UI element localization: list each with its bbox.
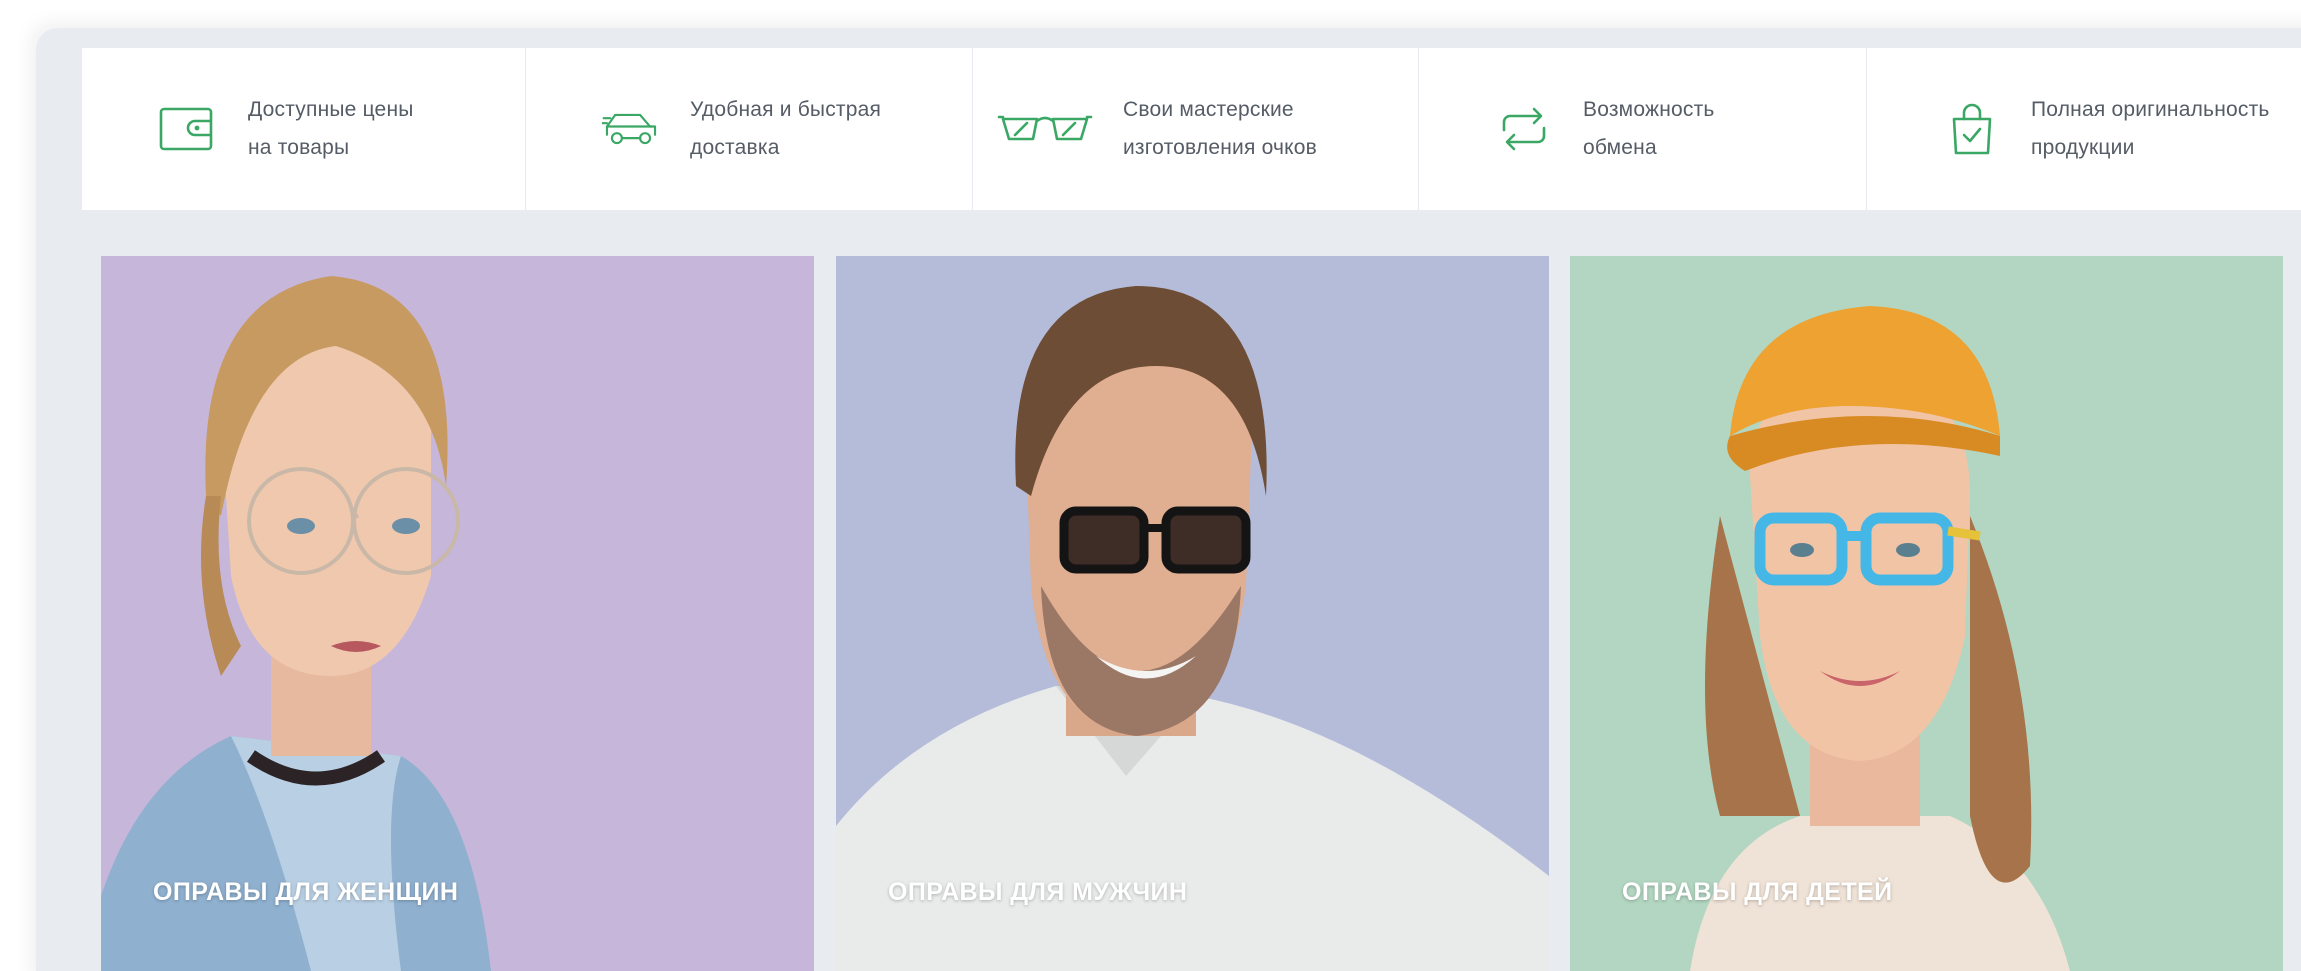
category-label: Оправы для женщин	[153, 878, 459, 906]
women-model-photo	[101, 276, 491, 971]
feature-line1: Доступные цены	[248, 98, 414, 121]
feature-line2: изготовления очков	[1123, 136, 1317, 159]
category-card-women[interactable]: Оправы для женщин	[101, 256, 814, 971]
feature-line2: обмена	[1583, 136, 1657, 159]
feature-line1: Удобная и быстрая	[690, 98, 882, 121]
feature-exchange: Возможность обмена	[1419, 48, 1867, 210]
category-card-kids[interactable]: Оправы для детей	[1570, 256, 2283, 971]
delivery-car-icon	[602, 100, 660, 158]
category-label: Оправы для детей	[1622, 878, 1893, 906]
features-bar: Доступные цены на товары Удобная и быстр…	[82, 48, 2301, 210]
shopping-bag-check-icon	[1943, 100, 2001, 158]
feature-fast-delivery: Удобная и быстрая доставка	[526, 48, 973, 210]
wallet-icon	[158, 100, 216, 158]
category-card-men[interactable]: Оправы для мужчин	[836, 256, 1549, 971]
feature-line1: Свои мастерские	[1123, 98, 1294, 121]
feature-line2: продукции	[2031, 136, 2135, 159]
feature-own-workshops: Свои мастерские изготовления очков	[973, 48, 1419, 210]
category-label: Оправы для мужчин	[888, 878, 1188, 906]
feature-line1: Полная оригинальность	[2031, 98, 2270, 121]
feature-line2: на товары	[248, 136, 350, 159]
feature-affordable-prices: Доступные цены на товары	[82, 48, 526, 210]
kids-model-photo	[1690, 306, 2070, 971]
feature-originality: Полная оригинальность продукции	[1867, 48, 2301, 210]
feature-line2: доставка	[690, 136, 780, 159]
feature-line1: Возможность	[1583, 98, 1715, 121]
men-model-photo	[836, 286, 1549, 971]
glasses-icon	[997, 100, 1093, 158]
exchange-arrows-icon	[1495, 100, 1553, 158]
